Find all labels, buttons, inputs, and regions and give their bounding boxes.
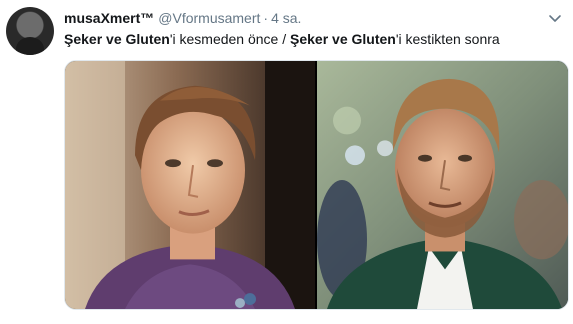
tweet-text-rest-1: 'i kesmeden önce / [169,31,291,47]
chevron-down-icon[interactable] [547,10,563,26]
tweet-text-bold-2: Şeker ve Gluten [290,31,396,47]
display-name[interactable]: musaXmert™ [64,10,154,26]
tweet-text-bold-1: Şeker ve Gluten [64,31,170,47]
tweet-text: Şeker ve Gluten'i kesmeden önce / Şeker … [64,30,561,48]
tweet-text-rest-2: 'i kestikten sonra [395,31,500,47]
user-handle[interactable]: @Vformusamert [158,10,260,26]
avatar[interactable] [6,7,54,55]
tweet-time[interactable]: 4 sa. [271,10,301,26]
separator-dot: · [263,10,269,26]
tweet-header: musaXmert™ @Vformusamert · 4 sa. [64,9,543,27]
photo-after[interactable] [317,61,568,309]
tweet-media[interactable] [64,60,569,310]
photo-before[interactable] [65,61,315,309]
